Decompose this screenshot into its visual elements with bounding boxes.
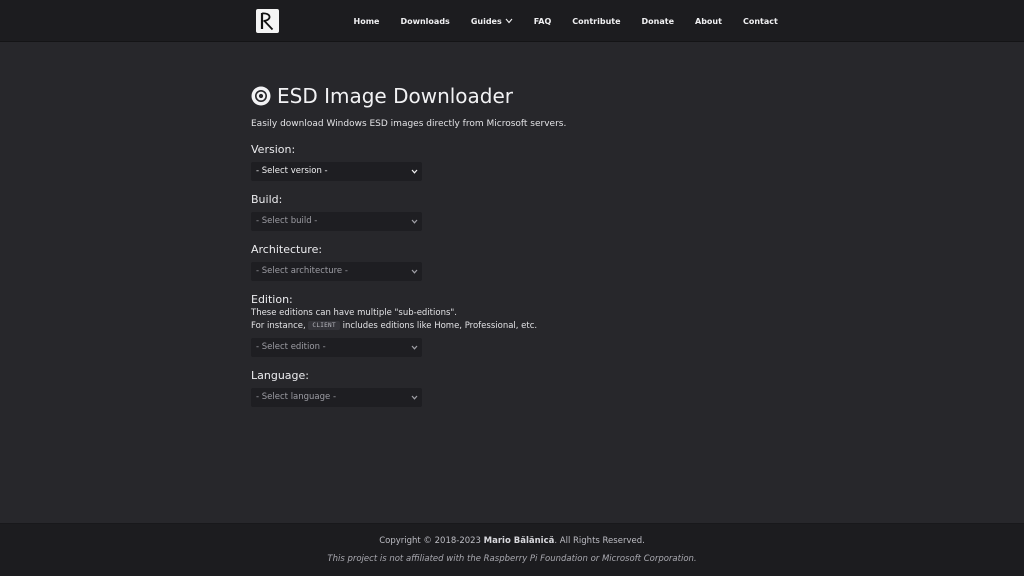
chevron-down-icon	[410, 267, 419, 276]
nav-link-contact[interactable]: Contact	[743, 17, 778, 26]
architecture-selected-value: - Select architecture -	[256, 266, 348, 276]
nav-link-label: Donate	[641, 16, 675, 26]
main-content: ESD Image Downloader Easily download Win…	[251, 82, 771, 407]
nav-link-donate[interactable]: Donate	[642, 17, 674, 26]
language-selected-value: - Select language -	[256, 392, 337, 402]
author-name: Mario Bălănică	[483, 536, 555, 546]
version-group: Version: - Select version -	[251, 143, 771, 181]
chevron-down-icon	[410, 167, 419, 176]
disc-icon	[251, 86, 271, 106]
version-label: Version:	[251, 143, 296, 156]
language-select[interactable]: - Select language -	[251, 388, 422, 407]
architecture-select[interactable]: - Select architecture -	[251, 262, 422, 281]
nav-link-label: Contact	[742, 16, 778, 26]
page-title: ESD Image Downloader	[277, 84, 514, 108]
copyright-text: Copyright © 2018-2023 Mario Bălănică. Al…	[0, 536, 1024, 546]
nav-link-label: Downloads	[400, 16, 450, 26]
build-group: Build: - Select build -	[251, 193, 771, 231]
version-select[interactable]: - Select version -	[251, 162, 422, 181]
language-group: Language: - Select language -	[251, 369, 771, 407]
edition-help-line1: These editions can have multiple "sub-ed…	[251, 308, 458, 318]
nav-link-guides[interactable]: Guides	[471, 17, 513, 26]
navbar: Home Downloads Guides FAQ Contribute Don…	[0, 0, 1024, 42]
copyright-prefix: Copyright © 2018-2023	[379, 536, 481, 546]
build-label: Build:	[251, 193, 283, 206]
build-selected-value: - Select build -	[256, 216, 318, 226]
edition-selected-value: - Select edition -	[256, 342, 326, 352]
nav-link-about[interactable]: About	[695, 17, 722, 26]
copyright-suffix: . All Rights Reserved.	[554, 536, 645, 546]
language-label: Language:	[251, 369, 309, 382]
nav-link-label: Contribute	[572, 16, 621, 26]
r-monogram-logo-icon	[260, 12, 274, 31]
edition-label: Edition:	[251, 293, 293, 306]
disclaimer-text: This project is not affiliated with the …	[327, 554, 697, 564]
footer: Copyright © 2018-2023 Mario Bălănică. Al…	[0, 523, 1024, 576]
client-code-tag: CLIENT	[308, 320, 340, 330]
chevron-down-icon	[505, 18, 513, 24]
nav-link-label: Guides	[470, 16, 502, 26]
architecture-group: Architecture: - Select architecture -	[251, 243, 771, 281]
nav-link-home[interactable]: Home	[354, 17, 380, 26]
nav-link-label: About	[695, 16, 722, 26]
nav-link-label: Home	[353, 16, 380, 26]
chevron-down-icon	[410, 217, 419, 226]
nav-link-contribute[interactable]: Contribute	[572, 17, 620, 26]
edition-help-suffix: includes editions like Home, Professiona…	[342, 320, 538, 331]
architecture-label: Architecture:	[251, 243, 323, 256]
nav-link-faq[interactable]: FAQ	[534, 17, 552, 26]
edition-select[interactable]: - Select edition -	[251, 338, 422, 357]
chevron-down-icon	[410, 343, 419, 352]
page-header: ESD Image Downloader	[251, 82, 771, 110]
version-selected-value: - Select version -	[256, 166, 328, 176]
edition-group: Edition: These editions can have multipl…	[251, 293, 771, 357]
chevron-down-icon	[410, 393, 419, 402]
page-subtitle: Easily download Windows ESD images direc…	[251, 119, 567, 129]
site-logo[interactable]	[256, 9, 279, 33]
edition-help-prefix: For instance,	[251, 320, 306, 331]
nav-link-label: FAQ	[533, 16, 552, 26]
edition-help-line2: For instance, CLIENT includes editions l…	[251, 320, 771, 333]
nav-links: Home Downloads Guides FAQ Contribute Don…	[343, 0, 788, 42]
build-select[interactable]: - Select build -	[251, 212, 422, 231]
nav-link-downloads[interactable]: Downloads	[400, 17, 449, 26]
